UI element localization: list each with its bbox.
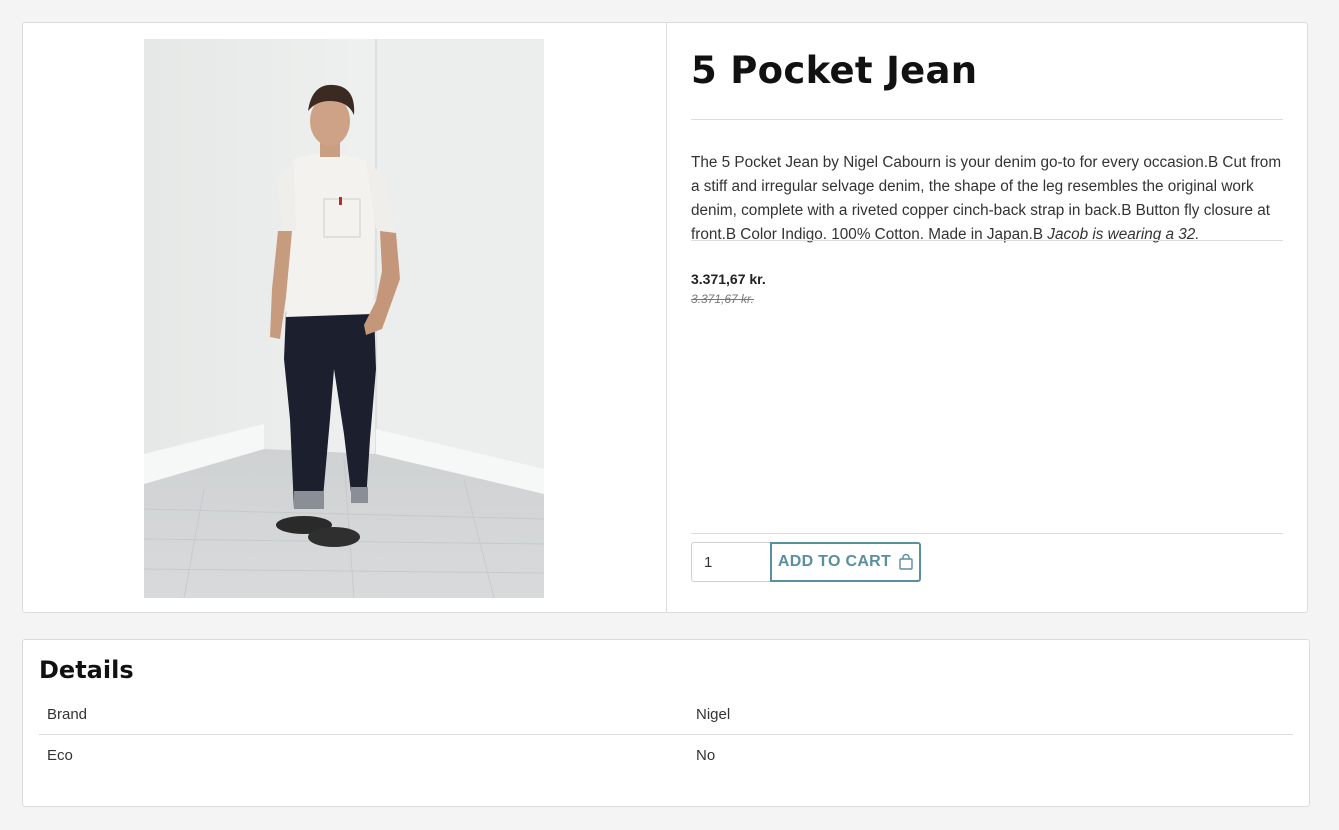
product-title: 5 Pocket Jean xyxy=(691,49,978,92)
table-row: Eco No xyxy=(39,735,1293,776)
add-to-cart-button[interactable]: ADD TO CART xyxy=(770,542,921,582)
detail-label: Eco xyxy=(47,746,73,764)
details-title: Details xyxy=(39,656,134,684)
details-card: Details Brand Nigel Eco No xyxy=(22,639,1310,807)
divider xyxy=(691,533,1283,534)
divider xyxy=(691,240,1283,241)
add-to-cart-label: ADD TO CART xyxy=(777,553,892,570)
product-photo xyxy=(144,39,544,598)
product-description: The 5 Pocket Jean by Nigel Cabourn is yo… xyxy=(691,151,1287,247)
product-image-column xyxy=(23,23,667,612)
detail-value: Nigel xyxy=(688,694,1293,735)
product-card: 5 Pocket Jean The 5 Pocket Jean by Nigel… xyxy=(22,22,1308,613)
details-table: Brand Nigel Eco No xyxy=(39,694,1293,775)
shopping-bag-icon xyxy=(899,554,913,570)
current-price: 3.371,67 kr. xyxy=(691,271,766,287)
product-info-column: 5 Pocket Jean The 5 Pocket Jean by Nigel… xyxy=(667,23,1307,612)
table-row: Brand Nigel xyxy=(39,694,1293,735)
detail-label: Brand xyxy=(39,694,688,735)
quantity-input[interactable] xyxy=(691,542,771,582)
detail-value: No xyxy=(696,746,716,764)
divider xyxy=(691,119,1283,120)
original-price: 3.371,67 kr. xyxy=(691,292,754,306)
